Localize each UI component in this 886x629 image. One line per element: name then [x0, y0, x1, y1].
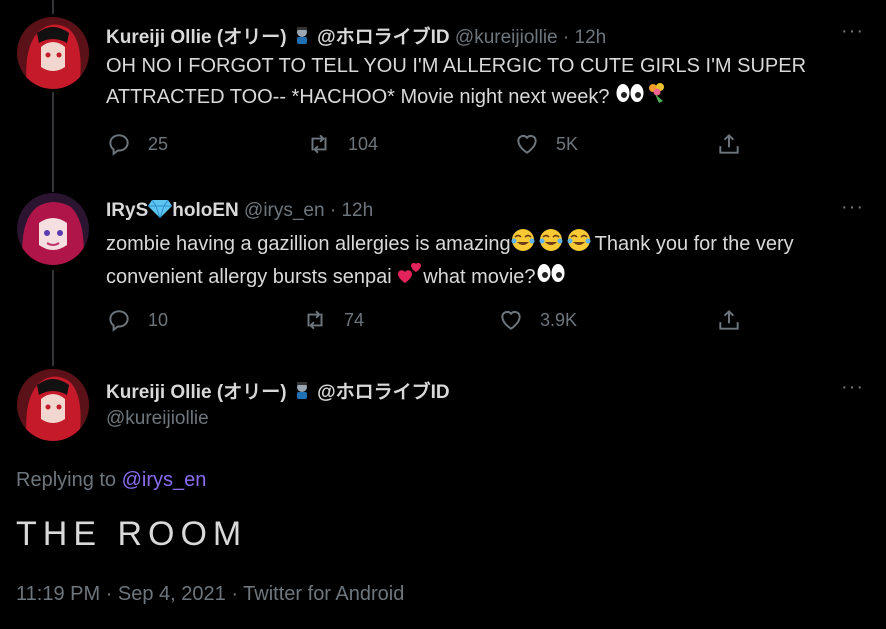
like-button[interactable]: 5K: [514, 131, 578, 157]
retweet-count: 104: [348, 133, 379, 154]
main-tweet-text: THE ROOM: [16, 515, 248, 553]
like-count: 3.9K: [540, 309, 578, 330]
reply-icon: [109, 134, 129, 156]
retweet-button[interactable]: 74: [302, 307, 364, 333]
tweet-actions: 10 74 3.9K: [106, 307, 746, 335]
tweet-text-line: OH NO I FORGOT TO TELL YOU I'M ALLERGIC …: [106, 55, 807, 77]
share-button[interactable]: [716, 307, 742, 333]
retweet-count: 74: [344, 309, 365, 330]
retweet-icon: [307, 310, 323, 330]
heart-icon: [517, 134, 537, 154]
heart-icon: [501, 310, 521, 330]
avatar-ollie[interactable]: [17, 17, 89, 89]
display-name-suffix[interactable]: @ホロライブID: [317, 382, 450, 403]
retweet-icon: [311, 134, 327, 154]
zombie-emoji-icon: [292, 380, 312, 406]
thread-line-2: [52, 270, 54, 366]
laughing-crying-emoji-icon: [511, 228, 595, 261]
eyes-emoji-icon: [536, 263, 566, 292]
share-icon: [719, 309, 739, 330]
retweet-button[interactable]: 104: [306, 131, 378, 157]
timestamp[interactable]: 12h: [341, 200, 373, 221]
thread-line-1: [52, 92, 54, 192]
reply-button[interactable]: 10: [106, 307, 168, 333]
display-name-suffix[interactable]: holoEN: [172, 200, 239, 221]
tweet-text-span: Thank you for the very: [594, 232, 794, 255]
zombie-emoji-icon: [292, 25, 312, 51]
like-count: 5K: [556, 133, 579, 154]
replying-to-mention[interactable]: @irys_en: [122, 469, 207, 491]
tweet-text-span: what movie?: [423, 265, 536, 288]
timestamp[interactable]: 12h: [575, 27, 607, 48]
tweet-text-line: ATTRACTED TOO-- *HACHOO* Movie night nex…: [106, 81, 806, 114]
user-handle[interactable]: @kureijiollie: [455, 27, 558, 48]
tweet-actions: 25 104 5K: [106, 131, 746, 159]
share-icon: [719, 133, 739, 154]
separator: ·: [329, 200, 337, 222]
separator: ·: [562, 27, 570, 48]
more-options-icon[interactable]: ···: [841, 196, 864, 219]
reply-button[interactable]: 25: [106, 131, 168, 157]
tweet-text: OH NO I FORGOT TO TELL YOU I'M ALLERGIC …: [106, 52, 806, 114]
replying-to: Replying to @irys_en: [16, 469, 206, 492]
gem-emoji-icon: [148, 198, 173, 224]
tweet-text-line: convenient allergy bursts senpai what mo…: [106, 261, 794, 294]
display-name[interactable]: Kureiji Ollie (オリー): [106, 27, 287, 48]
display-name[interactable]: IRyS: [106, 200, 148, 221]
display-name-suffix[interactable]: @ホロライブID: [317, 27, 450, 48]
avatar-ollie[interactable]: [17, 369, 89, 441]
reply-count: 25: [148, 133, 169, 154]
tweet-text-line: zombie having a gazillion allergies is a…: [106, 228, 794, 261]
display-name[interactable]: Kureiji Ollie (オリー): [106, 382, 287, 403]
avatar-irys[interactable]: [17, 193, 89, 265]
more-options-icon[interactable]: ···: [841, 376, 864, 399]
tweet-text-span: ATTRACTED TOO-- *HACHOO* Movie night nex…: [106, 85, 610, 108]
tweet-2-header: IRyS holoEN @irys_en · 12h: [106, 198, 373, 224]
main-tweet-handle-row: @kureijiollie: [106, 408, 209, 430]
tweet-text-span: convenient allergy bursts senpai: [106, 265, 398, 288]
thread-line-top: [52, 0, 54, 14]
more-options-icon[interactable]: ···: [841, 20, 864, 43]
like-button[interactable]: 3.9K: [498, 307, 577, 333]
reply-icon: [109, 310, 129, 332]
share-button[interactable]: [716, 131, 742, 157]
reply-count: 10: [148, 309, 169, 330]
replying-to-label: Replying to: [16, 469, 122, 491]
two-hearts-emoji-icon: [397, 261, 423, 294]
main-tweet-name: Kureiji Ollie (オリー) @ホロライブID: [106, 377, 450, 406]
tweet-1-header: Kureiji Ollie (オリー) @ホロライブID @kureijioll…: [106, 22, 606, 51]
tweet-text-span: zombie having a gazillion allergies is a…: [106, 232, 511, 255]
tweet-metadata[interactable]: 11:19 PM · Sep 4, 2021 · Twitter for And…: [16, 583, 404, 606]
eyes-emoji-icon: [615, 83, 645, 112]
user-handle[interactable]: @irys_en: [244, 200, 325, 221]
user-handle[interactable]: @kureijiollie: [106, 408, 209, 429]
bouquet-emoji-icon: [645, 81, 669, 114]
tweet-text: zombie having a gazillion allergies is a…: [106, 228, 794, 294]
